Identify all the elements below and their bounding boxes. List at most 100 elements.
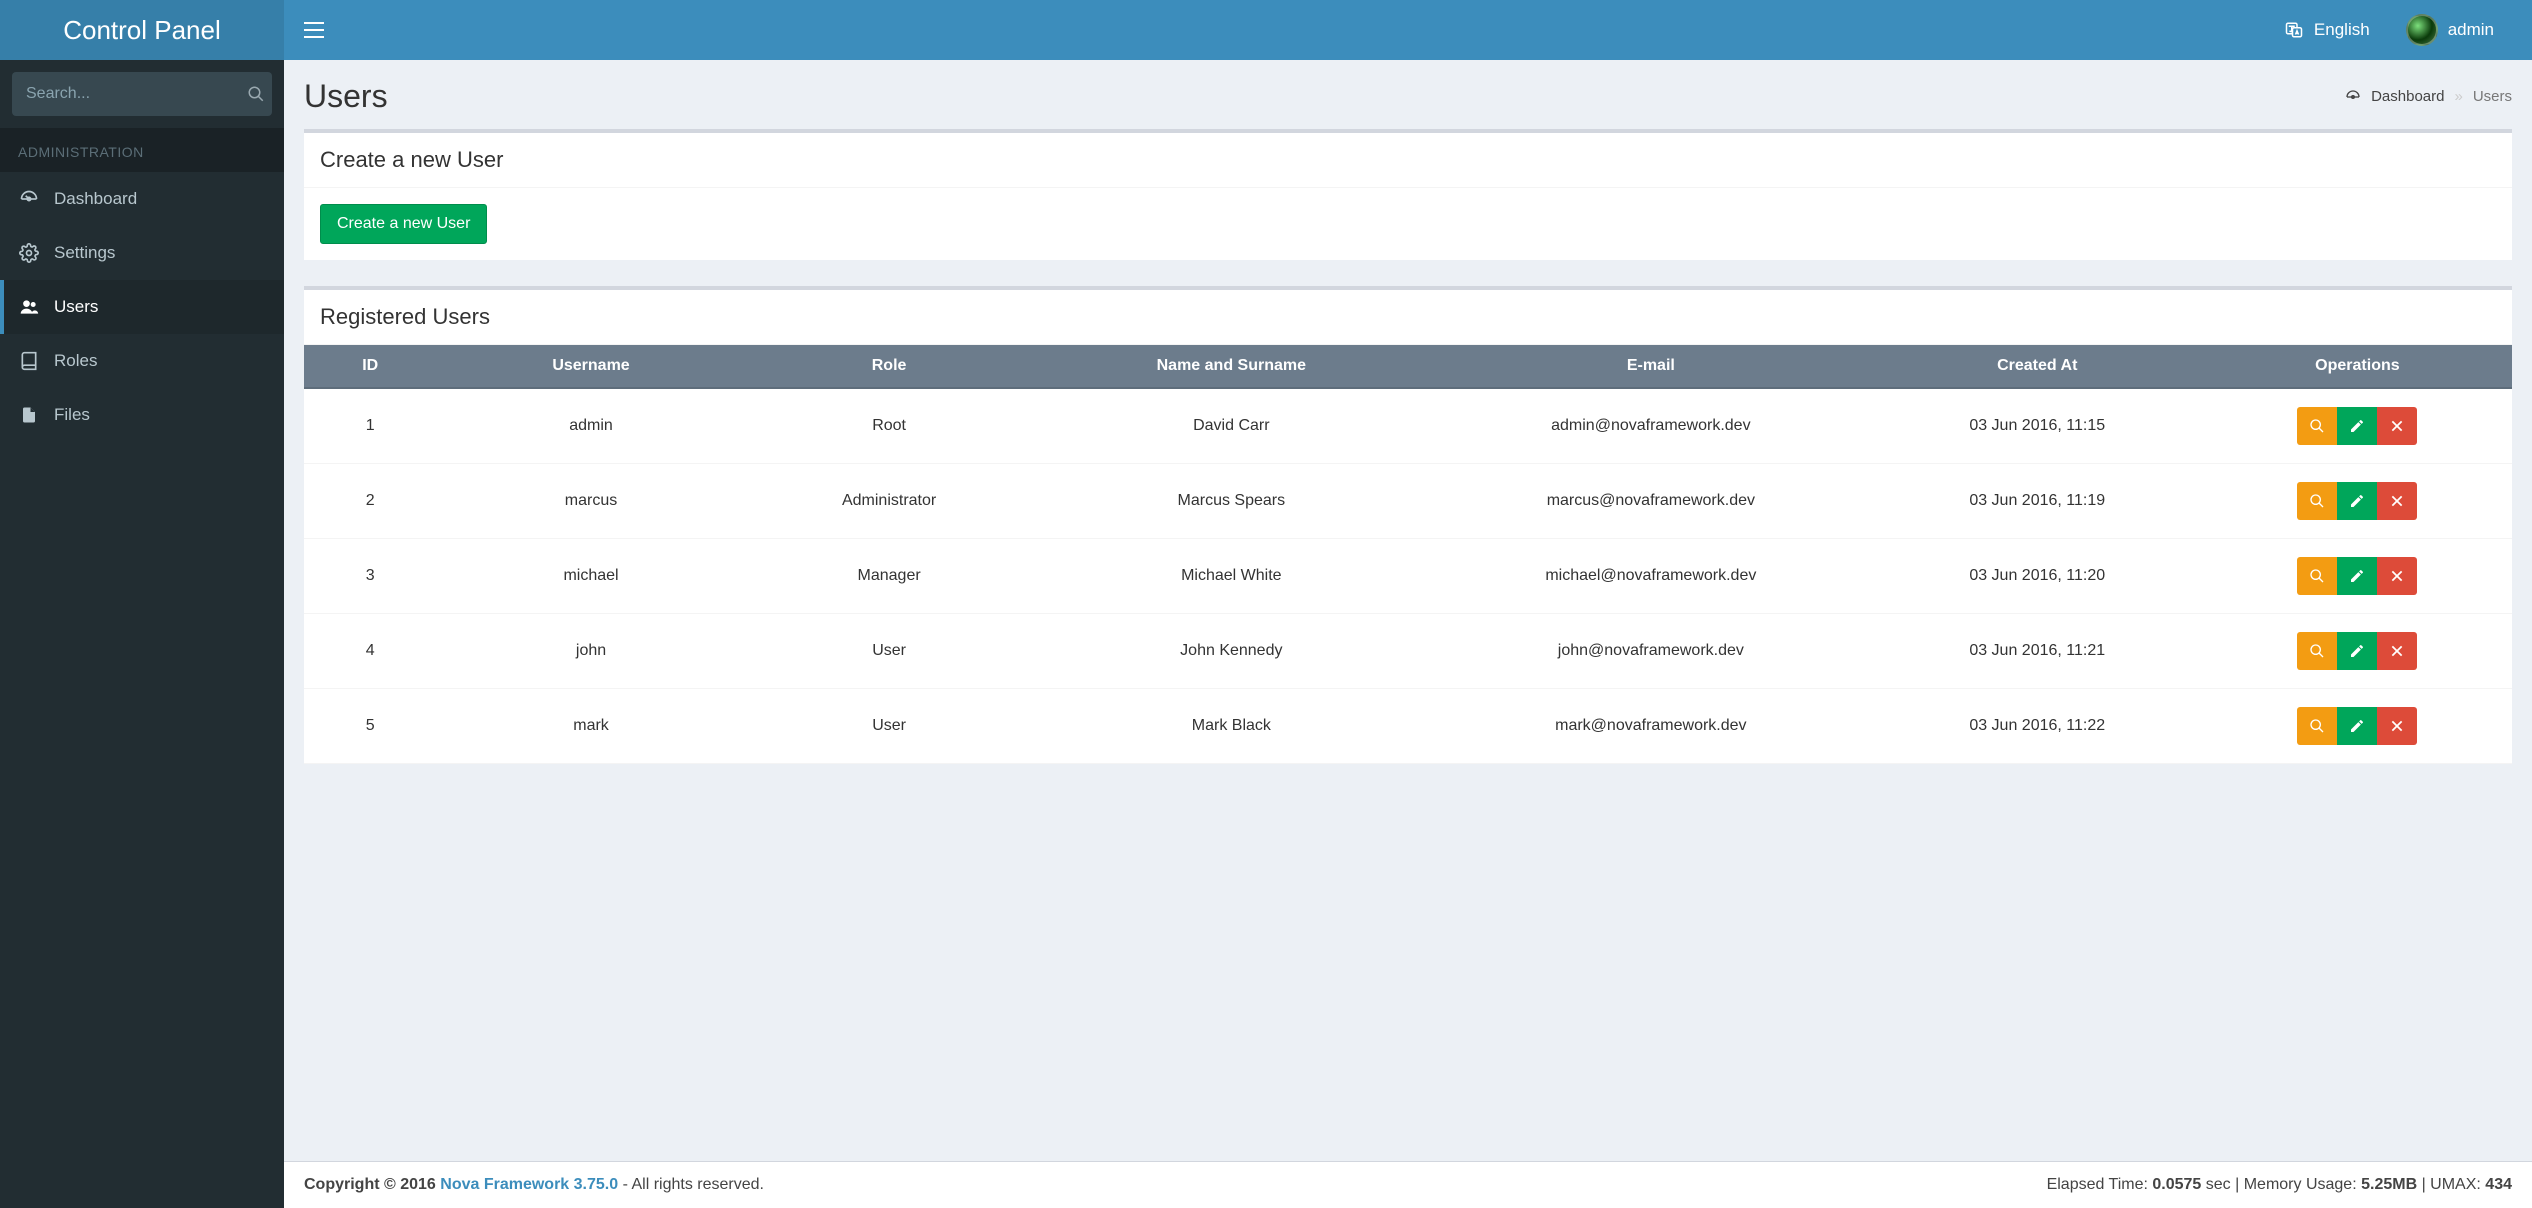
edit-button[interactable] xyxy=(2337,632,2377,670)
nav-header: ADMINISTRATION xyxy=(0,128,284,172)
sidebar: Control Panel ADMINISTRATION Dashboard S… xyxy=(0,0,284,1208)
sidebar-item-dashboard[interactable]: Dashboard xyxy=(0,172,284,226)
search-input[interactable] xyxy=(12,85,247,103)
sidebar-item-label: Settings xyxy=(54,243,115,263)
brand[interactable]: Control Panel xyxy=(0,0,284,60)
delete-button[interactable] xyxy=(2377,707,2417,745)
users-table: ID Username Role Name and Surname E-mail… xyxy=(304,345,2512,764)
cell-ops xyxy=(2203,388,2512,464)
search-icon xyxy=(2309,418,2325,434)
page-title: Users xyxy=(304,78,388,115)
col-created: Created At xyxy=(1872,345,2203,388)
edit-button[interactable] xyxy=(2337,482,2377,520)
cell-name: Michael White xyxy=(1033,539,1430,614)
cell-role: Root xyxy=(746,388,1033,464)
cell-role: Administrator xyxy=(746,464,1033,539)
cell-ops xyxy=(2203,539,2512,614)
cell-username: john xyxy=(436,614,745,689)
view-button[interactable] xyxy=(2297,707,2337,745)
language-label: English xyxy=(2314,20,2370,40)
footer-copyright-prefix: Copyright © 2016 xyxy=(304,1176,440,1193)
col-role: Role xyxy=(746,345,1033,388)
cell-role: Manager xyxy=(746,539,1033,614)
view-button[interactable] xyxy=(2297,557,2337,595)
close-icon xyxy=(2390,419,2404,433)
cell-created: 03 Jun 2016, 11:22 xyxy=(1872,689,2203,764)
registered-users-panel: Registered Users ID Username Role Name a… xyxy=(304,286,2512,764)
sidebar-item-label: Roles xyxy=(54,351,97,371)
sidebar-item-settings[interactable]: Settings xyxy=(0,226,284,280)
pencil-icon xyxy=(2349,418,2365,434)
view-button[interactable] xyxy=(2297,482,2337,520)
cell-name: Marcus Spears xyxy=(1033,464,1430,539)
cell-username: mark xyxy=(436,689,745,764)
cell-role: User xyxy=(746,614,1033,689)
cell-email: michael@novaframework.dev xyxy=(1430,539,1872,614)
dashboard-icon xyxy=(2345,89,2361,105)
breadcrumb-separator: » xyxy=(2454,88,2462,105)
sidebar-item-roles[interactable]: Roles xyxy=(0,334,284,388)
create-user-panel: Create a new User Create a new User xyxy=(304,129,2512,260)
user-menu[interactable]: admin xyxy=(2388,0,2512,60)
sidebar-search xyxy=(12,72,272,116)
table-header-row: ID Username Role Name and Surname E-mail… xyxy=(304,345,2512,388)
delete-button[interactable] xyxy=(2377,407,2417,445)
dashboard-icon xyxy=(18,189,40,209)
delete-button[interactable] xyxy=(2377,632,2417,670)
sidebar-item-label: Dashboard xyxy=(54,189,137,209)
breadcrumb-dashboard[interactable]: Dashboard xyxy=(2371,88,2444,105)
gear-icon xyxy=(18,243,40,263)
edit-button[interactable] xyxy=(2337,557,2377,595)
sidebar-search-wrap xyxy=(0,60,284,128)
create-user-button[interactable]: Create a new User xyxy=(320,204,487,244)
close-icon xyxy=(2390,569,2404,583)
sidebar-item-label: Users xyxy=(54,297,98,317)
cell-id: 4 xyxy=(304,614,436,689)
search-icon xyxy=(2309,643,2325,659)
sidebar-item-files[interactable]: Files xyxy=(0,388,284,442)
view-button[interactable] xyxy=(2297,632,2337,670)
cell-created: 03 Jun 2016, 11:15 xyxy=(1872,388,2203,464)
book-icon xyxy=(18,351,40,371)
col-name: Name and Surname xyxy=(1033,345,1430,388)
col-email: E-mail xyxy=(1430,345,1872,388)
edit-button[interactable] xyxy=(2337,707,2377,745)
cell-email: john@novaframework.dev xyxy=(1430,614,1872,689)
cell-username: michael xyxy=(436,539,745,614)
edit-button[interactable] xyxy=(2337,407,2377,445)
search-icon xyxy=(2309,568,2325,584)
users-icon xyxy=(18,297,40,317)
delete-button[interactable] xyxy=(2377,482,2417,520)
footer-framework-link[interactable]: Nova Framework 3.75.0 xyxy=(440,1176,618,1193)
cell-name: Mark Black xyxy=(1033,689,1430,764)
avatar xyxy=(2406,14,2438,46)
cell-created: 03 Jun 2016, 11:20 xyxy=(1872,539,2203,614)
search-icon xyxy=(2309,493,2325,509)
breadcrumb: Dashboard » Users xyxy=(2345,88,2512,105)
menu-toggle-icon[interactable] xyxy=(304,22,324,38)
cell-ops xyxy=(2203,614,2512,689)
view-button[interactable] xyxy=(2297,407,2337,445)
cell-id: 2 xyxy=(304,464,436,539)
cell-email: mark@novaframework.dev xyxy=(1430,689,1872,764)
cell-username: marcus xyxy=(436,464,745,539)
close-icon xyxy=(2390,719,2404,733)
table-row: 2marcusAdministratorMarcus Spearsmarcus@… xyxy=(304,464,2512,539)
col-ops: Operations xyxy=(2203,345,2512,388)
sidebar-item-label: Files xyxy=(54,405,90,425)
cell-email: marcus@novaframework.dev xyxy=(1430,464,1872,539)
cell-role: User xyxy=(746,689,1033,764)
delete-button[interactable] xyxy=(2377,557,2417,595)
footer: Copyright © 2016 Nova Framework 3.75.0 -… xyxy=(284,1161,2532,1208)
language-selector[interactable]: English xyxy=(2266,0,2388,60)
cell-ops xyxy=(2203,464,2512,539)
pencil-icon xyxy=(2349,643,2365,659)
cell-ops xyxy=(2203,689,2512,764)
cell-email: admin@novaframework.dev xyxy=(1430,388,1872,464)
pencil-icon xyxy=(2349,568,2365,584)
search-icon[interactable] xyxy=(247,85,272,103)
panel-title: Registered Users xyxy=(304,290,2512,345)
table-row: 3michaelManagerMichael Whitemichael@nova… xyxy=(304,539,2512,614)
footer-stats: Elapsed Time: 0.0575 sec | Memory Usage:… xyxy=(2047,1176,2512,1194)
sidebar-item-users[interactable]: Users xyxy=(0,280,284,334)
